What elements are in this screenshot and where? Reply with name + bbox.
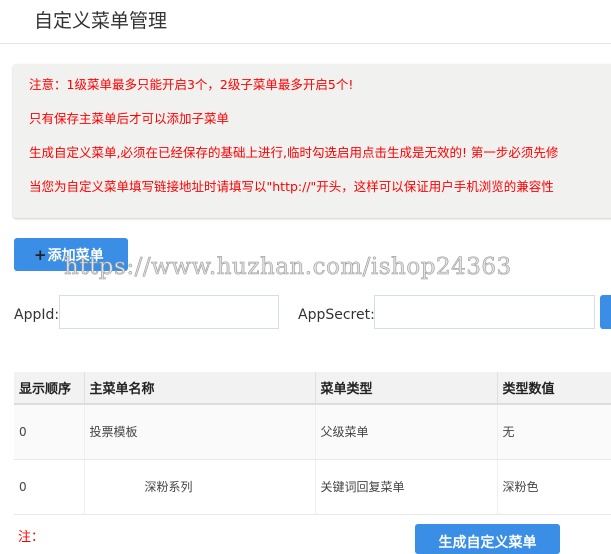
menu-table: 显示顺序 主菜单名称 菜单类型 类型数值 0 投票模板 父级菜单 无 0 深粉系…: [14, 372, 611, 515]
notice-box: 注意：1级菜单最多只能开启3个，2级子菜单最多开启5个! 只有保存主菜单后才可以…: [13, 64, 611, 218]
cell-value: 深粉色: [497, 459, 611, 515]
page-title: 自定义菜单管理: [34, 10, 168, 32]
plus-icon: +: [34, 246, 47, 264]
cell-type: 父级菜单: [315, 404, 498, 460]
cell-name: 深粉系列: [84, 459, 316, 515]
notice-line: 生成自定义菜单,必须在已经保存的基础上进行,临时勾选启用点击生成是无效的! 第一…: [29, 145, 559, 160]
col-order: 显示顺序: [14, 372, 85, 405]
appid-input[interactable]: [59, 295, 279, 329]
cell-order: 0: [14, 404, 85, 460]
notice-line: 当您为自定义菜单填写链接地址时请填写以"http://"开头，这样可以保证用户手…: [29, 179, 554, 194]
appsecret-input[interactable]: [374, 295, 595, 329]
cell-order: 0: [14, 459, 85, 515]
save-button[interactable]: [600, 295, 611, 329]
notice-line: 注意：1级菜单最多只能开启3个，2级子菜单最多开启5个!: [29, 77, 354, 92]
appid-label: AppId:: [14, 307, 60, 323]
col-type: 菜单类型: [315, 372, 498, 405]
appsecret-label: AppSecret:: [298, 307, 375, 323]
cell-type: 关键词回复菜单: [315, 459, 498, 515]
add-menu-button[interactable]: +添加菜单: [14, 238, 128, 271]
header-divider: [0, 43, 611, 44]
table-row[interactable]: 0 深粉系列 关键词回复菜单 深粉色: [14, 459, 611, 515]
generate-menu-button[interactable]: 生成自定义菜单: [415, 524, 560, 554]
add-menu-label: 添加菜单: [47, 248, 104, 264]
cell-value: 无: [497, 404, 611, 460]
cell-name: 投票模板: [84, 404, 316, 460]
table-header: 显示顺序 主菜单名称 菜单类型 类型数值: [14, 372, 611, 405]
col-name: 主菜单名称: [84, 372, 316, 405]
watermark: https://www.huzhan.com/ishop24363: [64, 254, 512, 281]
table-row[interactable]: 0 投票模板 父级菜单 无: [14, 404, 611, 460]
notice-line: 只有保存主菜单后才可以添加子菜单: [29, 111, 230, 126]
col-value: 类型数值: [497, 372, 611, 405]
